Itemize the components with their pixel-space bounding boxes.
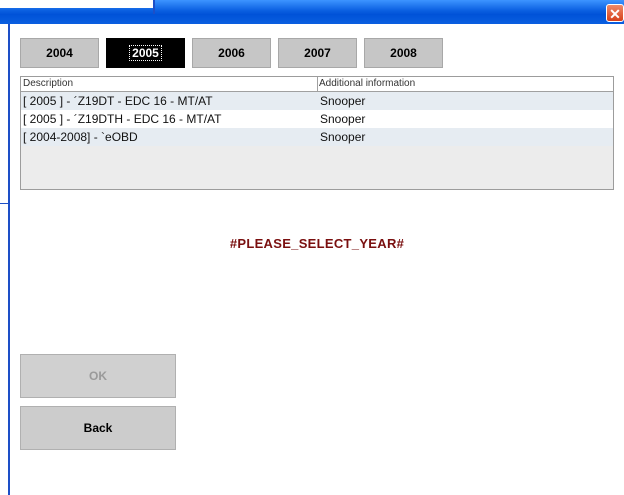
row-description: [ 2004-2008] - `eOBD xyxy=(23,130,138,144)
tab-2008[interactable]: 2008 xyxy=(364,38,443,68)
row-additional-info: Snooper xyxy=(320,112,366,126)
ecu-table: Description Additional information [ 200… xyxy=(20,76,614,190)
background-window-border xyxy=(153,0,155,14)
table-row[interactable]: [ 2005 ] - ´Z19DTH - EDC 16 - MT/AT Snoo… xyxy=(21,110,613,128)
header-additional-info[interactable]: Additional information xyxy=(319,78,415,90)
row-description: [ 2005 ] - ´Z19DT - EDC 16 - MT/AT xyxy=(23,94,213,108)
table-header: Description Additional information xyxy=(21,77,613,92)
header-description[interactable]: Description xyxy=(23,78,73,90)
tab-2007[interactable]: 2007 xyxy=(278,38,357,68)
tab-2005[interactable]: 2005 xyxy=(106,38,185,68)
header-divider[interactable] xyxy=(317,77,318,91)
tab-2004[interactable]: 2004 xyxy=(20,38,99,68)
table-row[interactable]: [ 2004-2008] - `eOBD Snooper xyxy=(21,128,613,146)
status-message: #PLEASE_SELECT_YEAR# xyxy=(229,236,405,251)
close-icon[interactable]: ✕ xyxy=(606,4,624,22)
background-window-line xyxy=(0,203,9,204)
row-additional-info: Snooper xyxy=(320,94,366,108)
tab-2006[interactable]: 2006 xyxy=(192,38,271,68)
row-additional-info: Snooper xyxy=(320,130,366,144)
ok-button[interactable]: OK xyxy=(20,354,176,398)
table-row[interactable]: [ 2005 ] - ´Z19DT - EDC 16 - MT/AT Snoop… xyxy=(21,92,613,110)
row-description: [ 2005 ] - ´Z19DTH - EDC 16 - MT/AT xyxy=(23,112,222,126)
back-button[interactable]: Back xyxy=(20,406,176,450)
background-window-edge xyxy=(0,0,155,8)
dialog-content: 2004 2005 2006 2007 2008 Description Add… xyxy=(10,24,624,495)
